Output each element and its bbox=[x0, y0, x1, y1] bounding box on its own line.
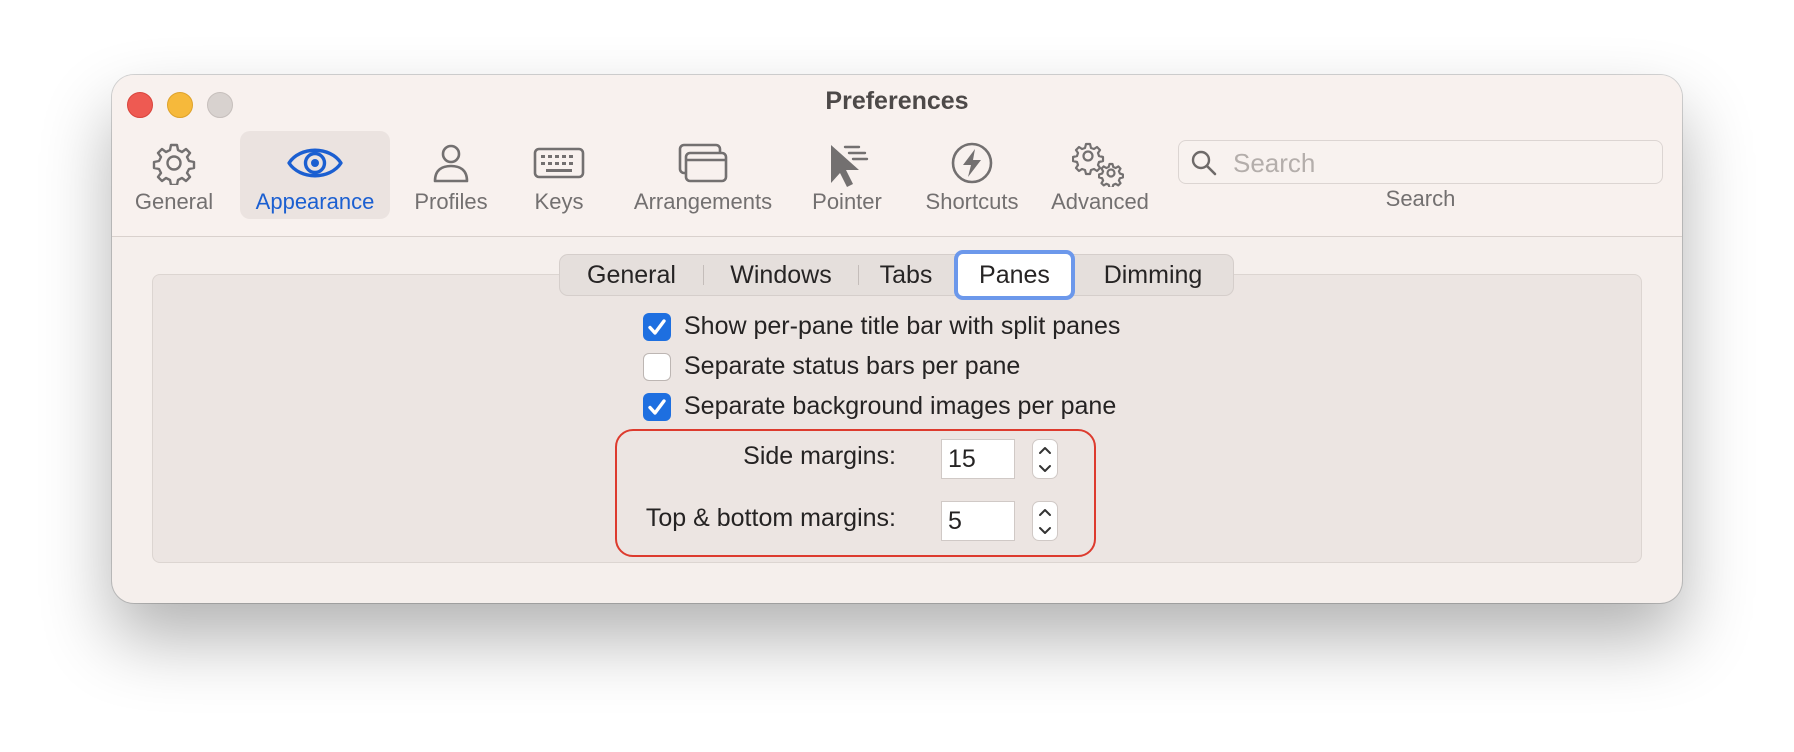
search-box[interactable] bbox=[1178, 140, 1663, 184]
side-margins-stepper[interactable] bbox=[1032, 439, 1058, 479]
toolbar-item-keys[interactable]: Keys bbox=[514, 131, 604, 219]
checkbox-checked[interactable] bbox=[643, 393, 671, 421]
bolt-icon bbox=[950, 141, 994, 191]
toolbar-item-arrangements[interactable]: Arrangements bbox=[623, 131, 783, 219]
eye-icon bbox=[286, 141, 344, 191]
toolbar-label: Keys bbox=[534, 189, 584, 214]
toolbar-label: Arrangements bbox=[633, 189, 773, 214]
gears-icon bbox=[1071, 141, 1128, 193]
option-label: Separate background images per pane bbox=[684, 392, 1117, 420]
toolbar-item-profiles[interactable]: Profiles bbox=[402, 131, 500, 219]
subtab-general[interactable]: General bbox=[560, 255, 703, 295]
cursor-icon bbox=[823, 141, 871, 195]
toolbar: Preferences General Appearance Profiles … bbox=[112, 75, 1682, 237]
toolbar-item-shortcuts[interactable]: Shortcuts bbox=[912, 131, 1032, 219]
subtab-tabs[interactable]: Tabs bbox=[859, 255, 953, 295]
search-icon bbox=[1190, 149, 1218, 182]
toolbar-label: Pointer bbox=[812, 189, 882, 214]
gear-icon bbox=[152, 141, 196, 191]
subtab-dimming[interactable]: Dimming bbox=[1074, 255, 1232, 295]
checkbox-checked[interactable] bbox=[643, 313, 671, 341]
toolbar-label: Profiles bbox=[414, 189, 488, 214]
toolbar-item-pointer[interactable]: Pointer bbox=[802, 131, 892, 219]
toolbar-item-general[interactable]: General bbox=[127, 131, 221, 219]
toolbar-item-advanced[interactable]: Advanced bbox=[1040, 131, 1160, 219]
chevron-down-icon[interactable] bbox=[1038, 524, 1052, 542]
chevron-up-icon[interactable] bbox=[1038, 505, 1052, 523]
window-title: Preferences bbox=[825, 87, 969, 115]
chevron-up-icon[interactable] bbox=[1038, 443, 1052, 461]
top-bottom-margins-stepper[interactable] bbox=[1032, 501, 1058, 541]
toolbar-label: Advanced bbox=[1051, 189, 1149, 214]
windows-icon bbox=[677, 141, 729, 191]
toolbar-item-appearance[interactable]: Appearance bbox=[240, 131, 390, 219]
side-margins-label: Side margins: bbox=[743, 442, 896, 470]
search-caption: Search bbox=[1385, 186, 1456, 211]
subtab-panes[interactable]: Panes bbox=[954, 250, 1075, 300]
top-bottom-margins-label: Top & bottom margins: bbox=[645, 504, 896, 532]
person-icon bbox=[429, 141, 473, 191]
subtab-windows[interactable]: Windows bbox=[704, 255, 858, 295]
search-input[interactable] bbox=[1231, 144, 1655, 182]
toolbar-label: General bbox=[134, 189, 214, 214]
chevron-down-icon[interactable] bbox=[1038, 462, 1052, 480]
subtab-bar: General Windows Tabs Panes Dimming bbox=[559, 250, 1234, 300]
keyboard-icon bbox=[533, 141, 585, 191]
preferences-window: Preferences General Appearance Profiles … bbox=[112, 75, 1682, 603]
checkbox-unchecked[interactable] bbox=[643, 353, 671, 381]
toolbar-label: Shortcuts bbox=[925, 189, 1019, 214]
option-label: Show per-pane title bar with split panes bbox=[684, 312, 1121, 340]
toolbar-label: Appearance bbox=[255, 189, 375, 214]
side-margins-field[interactable] bbox=[941, 439, 1015, 479]
top-bottom-margins-field[interactable] bbox=[941, 501, 1015, 541]
option-label: Separate status bars per pane bbox=[684, 352, 1021, 380]
